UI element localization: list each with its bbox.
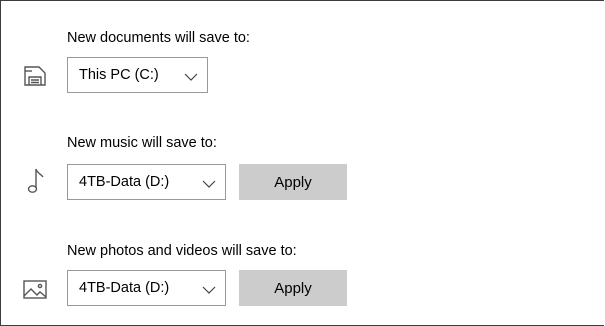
chevron-down-icon xyxy=(202,177,216,188)
photos-location-dropdown[interactable]: 4TB-Data (D:) xyxy=(67,270,226,306)
documents-label: New documents will save to: xyxy=(67,30,250,46)
chevron-down-icon xyxy=(202,283,216,294)
music-note-icon xyxy=(22,167,48,193)
documents-location-dropdown[interactable]: This PC (C:) xyxy=(67,57,208,93)
chevron-down-icon xyxy=(184,70,198,81)
photos-location-value: 4TB-Data (D:) xyxy=(79,280,170,296)
photos-label: New photos and videos will save to: xyxy=(67,243,297,259)
documents-location-value: This PC (C:) xyxy=(79,67,159,83)
picture-icon xyxy=(22,277,48,303)
drive-icon xyxy=(22,63,48,89)
music-apply-button[interactable]: Apply xyxy=(239,164,347,200)
music-location-dropdown[interactable]: 4TB-Data (D:) xyxy=(67,164,226,200)
music-location-value: 4TB-Data (D:) xyxy=(79,174,170,190)
music-label: New music will save to: xyxy=(67,135,217,151)
photos-apply-button[interactable]: Apply xyxy=(239,270,347,306)
